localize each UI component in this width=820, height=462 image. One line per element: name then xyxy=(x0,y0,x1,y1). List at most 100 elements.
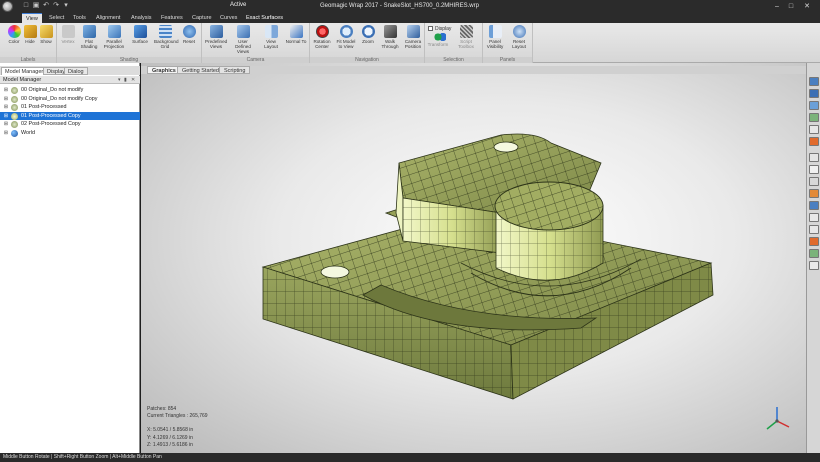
world-globe-icon xyxy=(11,129,18,137)
surface-button[interactable]: Surface xyxy=(129,25,151,56)
tab-analysis[interactable]: Analysis xyxy=(127,13,155,23)
fit-model-to-view-button[interactable]: Fit Model to View xyxy=(335,25,357,56)
app-logo-icon[interactable] xyxy=(2,1,13,12)
expand-icon[interactable]: ⊞ xyxy=(3,96,9,102)
tree-item-selected[interactable]: ⊞ 01 Post-Processed Copy xyxy=(0,111,140,120)
top-view-icon[interactable] xyxy=(809,113,819,122)
vertex-button[interactable]: Vertex xyxy=(57,25,79,56)
tab-tools[interactable]: Tools xyxy=(69,13,90,23)
rotation-center-button[interactable]: Rotation Center xyxy=(311,25,333,56)
tab-curves[interactable]: Curves xyxy=(216,13,241,23)
3d-model-view[interactable] xyxy=(141,63,806,453)
ribbon-group-camera: Predefined Views User Defined Views View… xyxy=(202,23,310,63)
customize-dropdown-icon[interactable]: ▾ xyxy=(62,2,70,10)
maximize-icon[interactable]: □ xyxy=(784,1,798,12)
normal-to-icon xyxy=(289,25,303,38)
viewport-tab-bar: Graphics Getting Started Scripting xyxy=(141,66,806,74)
rectangle-select-icon[interactable] xyxy=(809,261,819,270)
tab-scripting[interactable]: Scripting xyxy=(219,66,251,74)
parallel-projection-icon xyxy=(107,25,121,38)
isometric-view-icon[interactable] xyxy=(809,165,819,174)
expand-icon[interactable]: ⊞ xyxy=(3,121,9,127)
paintbrush-icon[interactable] xyxy=(809,237,819,246)
bottom-view-icon[interactable] xyxy=(809,125,819,134)
tab-features[interactable]: Features xyxy=(157,13,187,23)
camera-position-button[interactable]: Camera Position xyxy=(402,25,424,56)
view-layout-button[interactable]: View Layout xyxy=(260,25,282,56)
panel-header: Model Manager ▾ ▮ ✕ xyxy=(0,76,140,84)
tab-view[interactable]: View xyxy=(22,13,42,23)
ribbon-tab-bar: View Select Tools Alignment Analysis Fea… xyxy=(0,13,820,35)
panel-title: Model Manager xyxy=(3,77,42,83)
reset-layout-button[interactable]: Reset Layout xyxy=(508,25,530,56)
expand-icon[interactable]: ⊞ xyxy=(3,104,9,110)
panel-visibility-button[interactable]: Panel Visibility xyxy=(484,25,506,56)
context-tab-label: Active xyxy=(230,2,247,8)
reset-view-button[interactable]: Reset xyxy=(178,25,200,56)
walk-through-button[interactable]: Walk Through xyxy=(379,25,401,56)
patches-count: Patches: 854 xyxy=(147,406,177,412)
invert-selection-icon[interactable] xyxy=(809,225,819,234)
graphics-viewport[interactable]: Graphics Getting Started Scripting Patch… xyxy=(141,63,806,453)
mesh-object-icon xyxy=(11,104,18,111)
back-view-icon[interactable] xyxy=(809,101,819,110)
flat-shading-button[interactable]: Flat Shading xyxy=(78,25,100,56)
tab-graphics[interactable]: Graphics xyxy=(147,66,181,74)
x-coordinate: X: 5.0541 / 5.8568 in xyxy=(147,427,194,433)
shaded-icon[interactable] xyxy=(809,189,819,198)
redo-icon[interactable]: ↷ xyxy=(52,2,60,10)
normal-to-button[interactable]: Normal To xyxy=(285,25,307,56)
tab-dialog[interactable]: Dialog xyxy=(64,67,88,75)
zoom-button[interactable]: Zoom xyxy=(357,25,379,56)
left-view-icon[interactable] xyxy=(809,137,819,146)
reset-layout-icon xyxy=(512,25,526,38)
background-grid-button[interactable]: Background Grid xyxy=(154,25,179,56)
tab-exact-surfaces[interactable]: Exact Surfaces xyxy=(242,13,287,23)
zoom-magnifier-icon xyxy=(361,25,375,38)
panel-pin-icon[interactable]: ▮ xyxy=(124,76,127,84)
display-checkbox[interactable]: Display xyxy=(428,26,451,32)
tree-item[interactable]: ⊞ World xyxy=(0,129,140,138)
undo-icon[interactable]: ↶ xyxy=(42,2,50,10)
show-button[interactable]: Show xyxy=(35,25,57,56)
panel-dropdown-icon[interactable]: ▾ xyxy=(118,76,121,84)
save-icon[interactable]: ▣ xyxy=(32,2,40,10)
tab-model-manager[interactable]: Model Manager xyxy=(1,67,48,75)
display-checkbox-box[interactable] xyxy=(428,26,433,32)
rotation-center-icon xyxy=(315,25,329,38)
fit-view-magnifier-icon xyxy=(339,25,353,38)
predefined-views-button[interactable]: Predefined Views xyxy=(205,25,227,56)
tab-capture[interactable]: Capture xyxy=(188,13,216,23)
selection-mode-icon[interactable] xyxy=(809,201,819,210)
minimize-icon[interactable]: – xyxy=(770,1,784,12)
front-view-icon[interactable] xyxy=(809,89,819,98)
fit-view-icon[interactable] xyxy=(809,77,819,86)
transform-icon xyxy=(430,33,446,41)
open-icon[interactable]: □ xyxy=(22,2,30,10)
surface-icon xyxy=(133,25,147,38)
window-title: Geomagic Wrap 2017 - SnakeSlot_HS700_0.2… xyxy=(320,3,479,9)
user-defined-views-button[interactable]: User Defined Views xyxy=(232,25,254,56)
tree-item[interactable]: ⊞ 02 Post-Processed Copy xyxy=(0,120,140,129)
tab-alignment[interactable]: Alignment xyxy=(92,13,124,23)
tree-item[interactable]: ⊞ 00 Original_Do not modify xyxy=(0,86,140,95)
right-view-icon[interactable] xyxy=(809,153,819,162)
y-coordinate: Y: 4.1269 / 6.1269 in xyxy=(147,434,193,441)
expand-icon[interactable]: ⊞ xyxy=(3,113,9,119)
expand-icon[interactable]: ⊞ xyxy=(3,87,9,93)
tree-item[interactable]: ⊞ 00 Original_Do not modify Copy xyxy=(0,95,140,104)
script-toolbox-button[interactable]: Script Toolbox xyxy=(455,25,477,56)
parallel-projection-button[interactable]: Parallel Projection xyxy=(103,25,125,56)
tree-item[interactable]: ⊞ 01 Post-Processed xyxy=(0,103,140,112)
ribbon-group-selection: Display Transform Script Toolbox Selecti… xyxy=(425,23,483,63)
lasso-icon[interactable] xyxy=(809,249,819,258)
wireframe-icon[interactable] xyxy=(809,177,819,186)
panel-close-icon[interactable]: ✕ xyxy=(131,76,135,84)
walk-through-icon xyxy=(383,25,397,38)
expand-icon[interactable]: ⊞ xyxy=(3,130,9,136)
mesh-object-icon xyxy=(11,112,18,120)
tab-select[interactable]: Select xyxy=(45,13,68,23)
close-icon[interactable]: ✕ xyxy=(800,1,814,12)
tab-getting-started[interactable]: Getting Started xyxy=(177,66,224,74)
clear-selection-icon[interactable] xyxy=(809,213,819,222)
